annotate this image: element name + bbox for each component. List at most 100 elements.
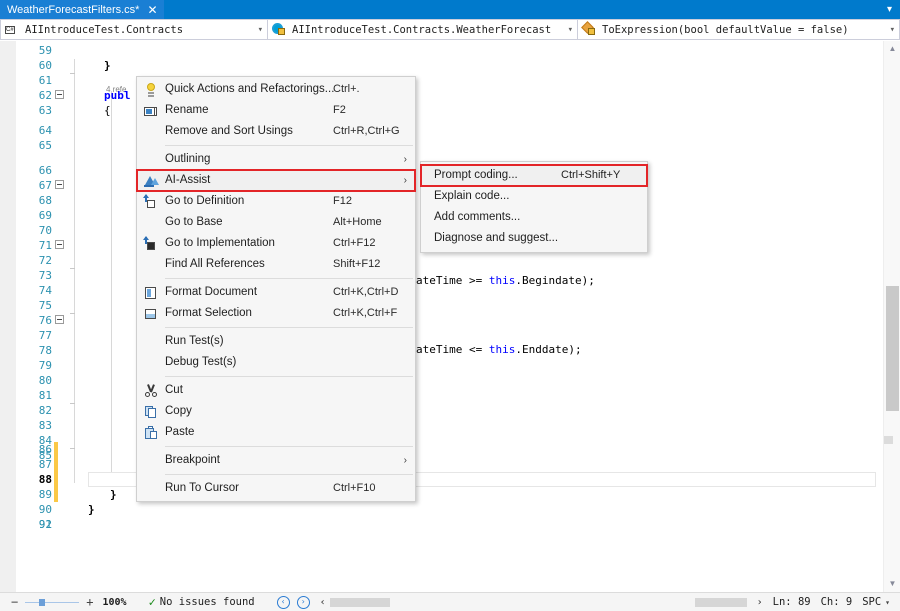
menu-separator	[139, 474, 413, 475]
line-number: 89	[38, 488, 52, 501]
menu-item-copy[interactable]: Copy	[137, 401, 415, 422]
zoom-slider-knob[interactable]	[39, 598, 46, 606]
status-right-group: › Ln: 89 Ch: 9 SPC ▾	[694, 596, 890, 608]
menu-item-cut[interactable]: Cut	[137, 380, 415, 401]
menu-item-rename[interactable]: Rename F2	[137, 100, 415, 121]
menu-item-debug-tests[interactable]: Debug Test(s)	[137, 352, 415, 373]
zoom-slider[interactable]	[25, 598, 80, 606]
menu-separator	[139, 376, 413, 377]
visual-studio-editor-window: WeatherForecastFilters.cs* ✕ ▾ C# AIIntr…	[0, 0, 900, 611]
submenu-item-prompt-coding[interactable]: Prompt coding... Ctrl+Shift+Y	[420, 164, 648, 187]
menu-item-shortcut: Ctrl+.	[333, 83, 360, 95]
menu-separator	[139, 145, 413, 146]
vertical-scrollbar[interactable]: ▲ ▼	[883, 41, 900, 592]
menu-item-format-document[interactable]: Format Document Ctrl+K,Ctrl+D	[137, 282, 415, 303]
menu-item-label: AI-Assist	[165, 174, 211, 186]
char-indicator: Ch: 9	[820, 596, 853, 608]
menu-item-run-to-cursor[interactable]: Run To Cursor Ctrl+F10	[137, 478, 415, 499]
zoom-in-button[interactable]: +	[83, 596, 96, 608]
editor-context-menu: Quick Actions and Refactorings... Ctrl+.…	[136, 76, 416, 502]
menu-item-shortcut: Ctrl+F10	[333, 482, 376, 494]
horizontal-scroll-left-icon[interactable]: ‹	[320, 597, 326, 608]
menu-item-quick-actions[interactable]: Quick Actions and Refactorings... Ctrl+.	[137, 79, 415, 100]
navigate-buttons: ‹ ›	[276, 595, 310, 609]
tab-strip: WeatherForecastFilters.cs* ✕ ▾	[0, 0, 900, 19]
member-dropdown[interactable]: ToExpression(bool defaultValue = false) …	[578, 19, 900, 40]
horizontal-scroll-right-icon[interactable]: ›	[757, 597, 763, 608]
menu-item-go-to-base[interactable]: Go to Base Alt+Home	[137, 212, 415, 233]
chevron-right-icon: ›	[403, 455, 407, 466]
menu-item-format-selection[interactable]: Format Selection Ctrl+K,Ctrl+F	[137, 303, 415, 324]
menu-item-go-to-definition[interactable]: Go to Definition F12	[137, 191, 415, 212]
spaces-indicator[interactable]: SPC	[862, 596, 881, 608]
menu-item-go-to-implementation[interactable]: Go to Implementation Ctrl+F12	[137, 233, 415, 254]
menu-item-run-tests[interactable]: Run Test(s)	[137, 331, 415, 352]
status-bar: − + 100% ✓ No issues found ‹ › ‹ › Ln: 8…	[0, 592, 900, 611]
chevron-down-icon[interactable]: ▾	[562, 25, 573, 35]
line-number: 62	[38, 89, 52, 102]
chevron-down-icon[interactable]: ▾	[884, 25, 895, 35]
zoom-level-label[interactable]: 100%	[102, 597, 126, 608]
menu-item-label: Cut	[165, 384, 183, 396]
submenu-item-label: Prompt coding...	[434, 169, 518, 181]
horizontal-scrollbar-thumb[interactable]	[329, 597, 390, 607]
line-number: 82	[38, 404, 52, 417]
chevron-down-icon[interactable]: ▾	[887, 4, 892, 15]
menu-item-outlining[interactable]: Outlining ›	[137, 149, 415, 170]
chevron-right-icon: ›	[403, 175, 407, 186]
menu-item-label: Paste	[165, 426, 195, 438]
line-number: 72	[38, 254, 52, 267]
type-dropdown[interactable]: AIIntroduceTest.Contracts.WeatherForecas…	[268, 19, 578, 40]
horizontal-scrollbar-thumb-right[interactable]	[694, 597, 747, 607]
class-icon	[272, 22, 287, 37]
line-number: 63	[38, 104, 52, 117]
line-number: 65	[38, 139, 52, 152]
project-namespace-dropdown[interactable]: C# AIIntroduceTest.Contracts ▾	[0, 19, 268, 40]
scrollbar-thumb[interactable]	[886, 286, 899, 411]
chevron-up-icon[interactable]: ▲	[884, 41, 900, 57]
chevron-down-icon[interactable]: ▾	[252, 25, 263, 35]
menu-item-breakpoint[interactable]: Breakpoint ›	[137, 450, 415, 471]
submenu-item-add-comments[interactable]: Add comments...	[421, 207, 647, 228]
line-number: 75	[38, 299, 52, 312]
navigate-forward-icon[interactable]: ›	[296, 595, 310, 609]
menu-item-ai-assist[interactable]: AI-Assist ›	[136, 169, 416, 192]
code-editor[interactable]: 59 60 } 61 4 refe 62 publ 63 { 64 65 66 …	[0, 41, 900, 592]
go-to-definition-icon	[143, 194, 159, 210]
line-number: 80	[38, 374, 52, 387]
tab-weatherforecastfilters[interactable]: WeatherForecastFilters.cs* ✕	[0, 0, 164, 19]
menu-item-label: Outlining	[165, 153, 211, 165]
member-value: ToExpression(bool defaultValue = false)	[602, 24, 849, 36]
submenu-item-diagnose-and-suggest[interactable]: Diagnose and suggest...	[421, 228, 647, 249]
menu-item-shortcut: Ctrl+F12	[333, 237, 376, 249]
submenu-item-label: Diagnose and suggest...	[434, 232, 559, 244]
issues-indicator[interactable]: ✓ No issues found	[149, 595, 255, 609]
line-number: 59	[38, 44, 52, 57]
line-number: 71	[38, 239, 52, 252]
menu-item-label: Copy	[165, 405, 192, 417]
line-number: 92	[38, 518, 52, 531]
chevron-down-icon[interactable]: ▾	[885, 598, 890, 607]
close-icon[interactable]: ✕	[147, 4, 157, 16]
menu-item-paste[interactable]: Paste	[137, 422, 415, 443]
code-text: ateTime <= this.Enddate);	[416, 343, 582, 356]
menu-separator	[139, 327, 413, 328]
submenu-item-shortcut: Ctrl+Shift+Y	[561, 169, 621, 181]
rename-icon	[143, 103, 159, 119]
code-text: {	[104, 104, 111, 117]
editor-lines: 59 60 } 61 4 refe 62 publ 63 { 64 65 66 …	[0, 41, 900, 592]
navigate-backward-icon[interactable]: ‹	[276, 595, 290, 609]
code-text: }	[110, 488, 117, 501]
checkmark-icon: ✓	[148, 595, 156, 609]
zoom-out-button[interactable]: −	[8, 596, 21, 608]
chevron-down-icon[interactable]: ▼	[884, 576, 900, 592]
submenu-item-label: Add comments...	[434, 211, 521, 223]
zoom-control[interactable]: − + 100%	[8, 596, 127, 608]
lightbulb-icon	[143, 82, 159, 98]
menu-item-shortcut: Shift+F12	[333, 258, 381, 270]
tab-title: WeatherForecastFilters.cs*	[7, 3, 140, 16]
submenu-item-explain-code[interactable]: Explain code...	[421, 186, 647, 207]
menu-item-remove-and-sort-usings[interactable]: Remove and Sort Usings Ctrl+R,Ctrl+G	[137, 121, 415, 142]
paste-icon	[143, 425, 159, 441]
menu-item-find-all-references[interactable]: Find All References Shift+F12	[137, 254, 415, 275]
